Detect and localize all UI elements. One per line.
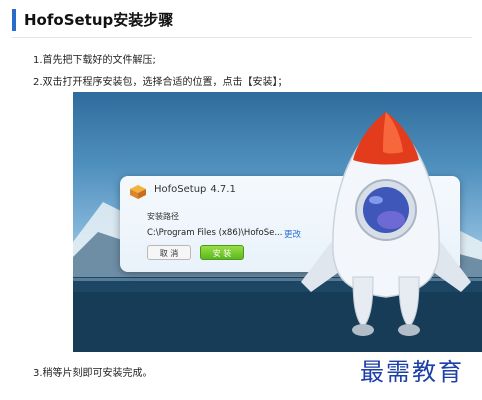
package-icon [130, 185, 146, 199]
cancel-button[interactable]: 取 消 [147, 245, 191, 260]
install-button[interactable]: 安 装 [200, 245, 244, 260]
step-2-text: 2.双击打开程序安装包，选择合适的位置，点击【安装】； [33, 77, 288, 88]
installer-version: 4.7.1 [210, 184, 236, 195]
installer-title: HofoSetup 4.7.1 [154, 184, 236, 195]
section-title: HofoSetup安装步骤 [12, 9, 472, 31]
section-title-text: HofoSetup安装步骤 [24, 11, 174, 29]
installer-screenshot: HofoSetup 4.7.1 安装路径 C:\Program Files (x8… [73, 92, 482, 352]
installer-app-name: HofoSetup [154, 184, 207, 195]
step-3-text: 3.稍等片刻即可安装完成。 [33, 368, 153, 379]
title-divider [12, 37, 472, 38]
install-path-value: C:\Program Files (x86)\HofoSe... [147, 228, 283, 238]
step-1-text: 1.首先把下载好的文件解压; [33, 55, 156, 66]
watermark-text: 最需教育 [360, 358, 464, 386]
rocket-icon [301, 112, 471, 336]
install-path-label: 安装路径 [147, 212, 179, 221]
